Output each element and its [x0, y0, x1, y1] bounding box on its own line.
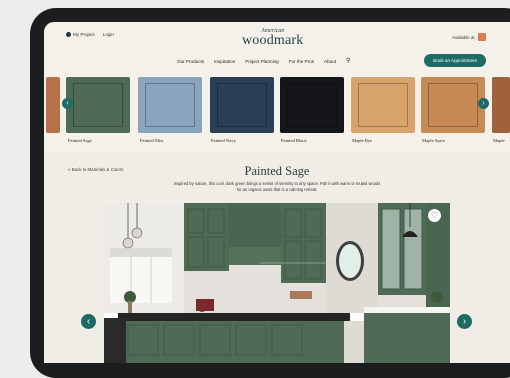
page-title: Painted Sage: [244, 164, 310, 178]
book-appointment-button[interactable]: Book an Appointment: [424, 54, 486, 67]
swatch-label: Maple Rye: [352, 138, 373, 143]
door-panel: [287, 83, 337, 127]
carousel-prev-button[interactable]: ‹: [62, 98, 73, 109]
chevron-right-icon: ›: [462, 316, 467, 327]
chevron-left-icon: ‹: [66, 100, 69, 107]
swatch-painted-sage[interactable]: [66, 77, 130, 133]
site-header: My Project Login American woodmark Avail…: [44, 22, 510, 72]
gallery-next-button[interactable]: ›: [457, 314, 472, 329]
swatch-label: Painted Mist: [140, 138, 164, 143]
swatch-label: Painted Sage: [68, 138, 92, 143]
swatch-label: Painted Black: [281, 138, 307, 143]
favorite-heart-button[interactable]: ♡: [428, 209, 441, 222]
swatch-maple-spice[interactable]: [421, 77, 485, 133]
swatch-partial-left[interactable]: [46, 77, 60, 133]
swatch-maple-rye[interactable]: [351, 77, 415, 133]
product-detail: « Back to Materials & Colors Painted Sag…: [44, 152, 510, 363]
main-nav: Our Products Inspiration Project Plannin…: [177, 58, 350, 64]
color-swatch-carousel: Painted Sage Painted Mist Painted Navy P…: [44, 76, 510, 143]
heart-icon: ♡: [430, 211, 439, 220]
swatch-label: Painted Navy: [211, 138, 236, 143]
login-link[interactable]: Login: [103, 32, 114, 37]
door-panel: [428, 83, 478, 127]
account-links: My Project Login: [66, 32, 114, 38]
nav-our-products[interactable]: Our Products: [177, 59, 204, 64]
nav-for-the-pros[interactable]: For the Pros: [289, 59, 314, 64]
swatch-maple[interactable]: [492, 77, 510, 133]
logo-main-text: woodmark: [242, 33, 304, 48]
search-icon[interactable]: ⚲: [346, 58, 350, 64]
browser-screen: My Project Login American woodmark Avail…: [44, 22, 510, 363]
site-logo[interactable]: American woodmark: [242, 28, 304, 48]
chevron-left-icon: ‹: [86, 316, 91, 327]
swatch-label: Maple: [493, 138, 505, 143]
door-panel: [217, 83, 267, 127]
project-icon: [66, 32, 71, 38]
product-description: Inspired by nature, this cool, dark gree…: [173, 181, 381, 192]
kitchen-photo: [104, 203, 450, 363]
swatch-painted-black[interactable]: [280, 77, 344, 133]
door-panel: [145, 83, 195, 127]
nav-about[interactable]: About: [324, 59, 336, 64]
carousel-next-button[interactable]: ›: [478, 98, 489, 109]
nav-project-planning[interactable]: Project Planning: [245, 59, 278, 64]
door-panel: [358, 83, 408, 127]
kitchen-illustration: [104, 203, 450, 363]
door-panel: [73, 83, 123, 127]
chevron-right-icon: ›: [482, 100, 485, 107]
available-at-label: Available at: [452, 34, 475, 40]
gallery-prev-button[interactable]: ‹: [81, 314, 96, 329]
my-project-link[interactable]: My Project: [66, 32, 95, 38]
swatch-painted-mist[interactable]: [138, 77, 202, 133]
swatch-label: Maple Spice: [422, 138, 446, 143]
swatch-painted-navy[interactable]: [210, 77, 274, 133]
home-depot-icon: [477, 33, 486, 41]
nav-inspiration[interactable]: Inspiration: [214, 59, 235, 64]
available-at[interactable]: Available at: [452, 33, 486, 41]
